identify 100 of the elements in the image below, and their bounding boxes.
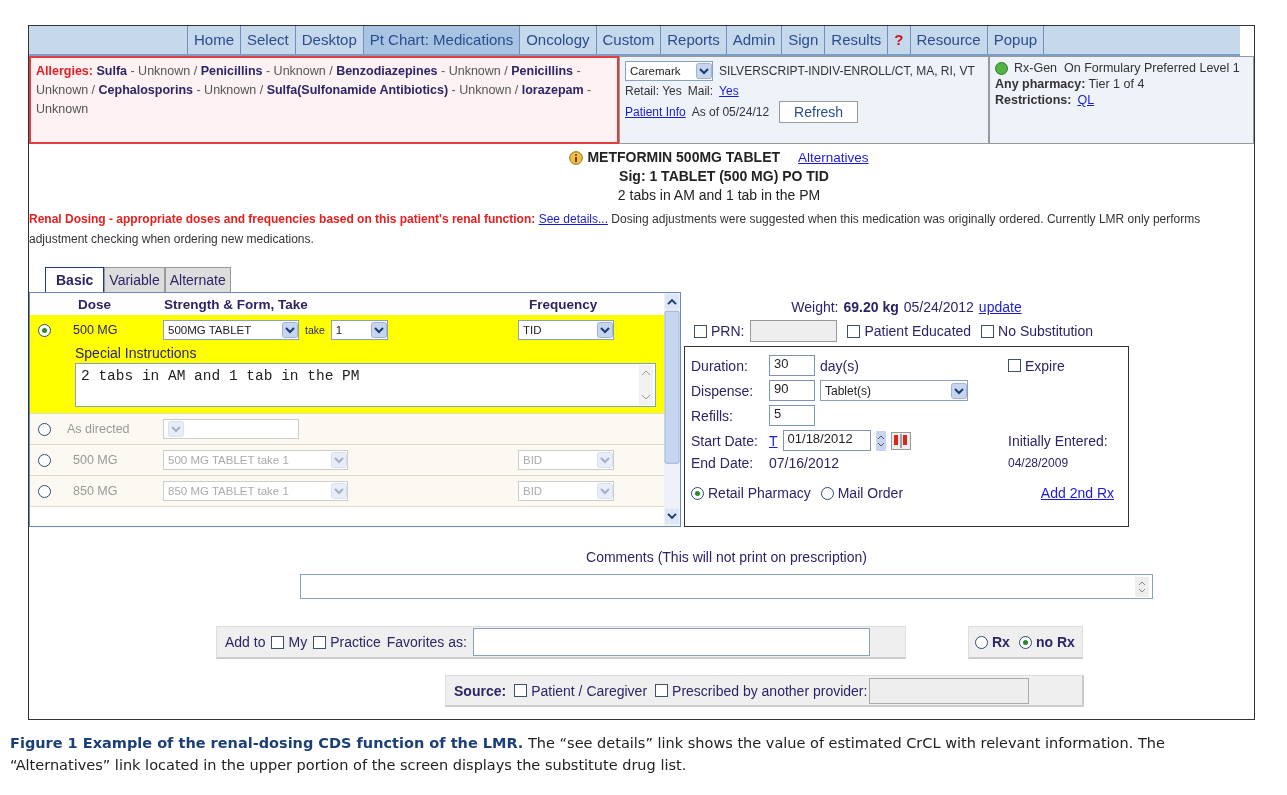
nav-tab[interactable]: Oncology — [519, 26, 596, 54]
column-header: Frequency — [529, 297, 598, 312]
weight-label: Weight: — [791, 299, 839, 315]
scroll-arrows-icon[interactable] — [639, 365, 653, 405]
radio-button[interactable] — [1018, 635, 1032, 649]
figure-caption: Figure 1 Example of the renal-dosing CDS function of the LMR. The “see details” link shows the value of estimated CrCL with relevant information. The “Alternatives” link located in the upper portion of the screen displays the substitute drug list. — [10, 734, 1166, 775]
favorites-as-label: Favorites as: — [386, 634, 467, 650]
instructions-textarea[interactable]: 2 tabs in AM and 1 tab in the PM — [75, 363, 656, 407]
special-instructions-label: Special Instructions — [75, 345, 198, 361]
dispense-label: Dispense: — [691, 382, 755, 399]
dose-tab[interactable]: Variable — [104, 267, 165, 292]
caret-icon — [597, 322, 613, 338]
duration-unit: day(s) — [820, 357, 859, 374]
medication-name: METFORMIN 500MG TABLET — [587, 148, 781, 167]
quantity-select[interactable]: 1 — [330, 320, 388, 340]
radio-button[interactable] — [38, 484, 51, 498]
instructions-text: 2 tabs in AM and 1 tab in the PM — [617, 186, 821, 205]
nav-tab[interactable]: Popup — [986, 26, 1045, 54]
source-label: Source: — [454, 682, 507, 699]
checkbox[interactable] — [981, 324, 995, 338]
scroll-arrows-icon[interactable] — [1135, 576, 1149, 597]
comments-label: Comments (This will not print on prescription) — [586, 549, 867, 565]
scrollbar[interactable] — [664, 293, 680, 526]
dose-row[interactable]: 500 MG 500MG TABLET take 1 TID Special Instructions 2 tabs in AM and 1 tab in the PM — [30, 315, 664, 414]
update-link[interactable]: update — [978, 299, 1022, 315]
nav-tab[interactable]: Custom — [595, 26, 661, 54]
add-2nd-rx-link[interactable]: Add 2nd Rx — [1040, 485, 1114, 501]
refills-field[interactable]: 5 — [769, 405, 815, 426]
strength-select[interactable]: 500MG TABLET — [163, 320, 299, 340]
duration-label: Duration: — [691, 357, 749, 374]
patient-info-link[interactable]: Patient Info — [625, 105, 686, 119]
info-icon[interactable] — [569, 150, 584, 165]
radio-button[interactable] — [38, 323, 51, 337]
frequency-select[interactable]: TID — [518, 320, 614, 340]
favorite-target-label: Practice — [330, 634, 381, 650]
checkbox[interactable] — [514, 684, 528, 697]
initially-entered-date: 04/28/2009 — [1008, 456, 1070, 470]
checkbox[interactable] — [271, 635, 285, 649]
today-link[interactable]: T — [769, 432, 778, 449]
dose-tab[interactable]: Basic — [45, 267, 105, 292]
radio-button[interactable] — [38, 422, 51, 436]
checkbox[interactable] — [847, 324, 861, 338]
checkbox[interactable] — [655, 684, 669, 697]
dose-text: 500 MG — [73, 323, 119, 337]
nav-tab[interactable]: Home — [187, 26, 240, 54]
carrier-select[interactable]: Caremark — [625, 61, 713, 81]
spinner-icon[interactable] — [875, 430, 886, 451]
dispense-field[interactable]: 90 — [769, 380, 815, 401]
caret-icon — [951, 382, 967, 399]
caret-icon — [168, 421, 184, 437]
nav-tab[interactable]: Select — [240, 26, 295, 54]
caret-icon — [282, 322, 298, 338]
refills-label: Refills: — [691, 407, 734, 424]
radio-button[interactable] — [691, 486, 704, 500]
nav-tab[interactable]: Desktop — [294, 26, 363, 54]
dose-tab[interactable]: Alternate — [164, 267, 231, 292]
duration-field[interactable]: 30 — [769, 355, 815, 376]
caret-icon — [331, 483, 347, 499]
end-date-label: End Date: — [691, 455, 755, 471]
nav-tab[interactable]: Sign — [781, 26, 825, 54]
source-option-label: Patient / Caregiver — [531, 682, 648, 699]
restrictions-link[interactable]: QL — [1077, 93, 1095, 107]
nav-tab[interactable]: Admin — [725, 26, 782, 54]
checkbox[interactable] — [694, 324, 707, 338]
dose-text: 850 MG — [73, 484, 119, 498]
nav-tab[interactable]: Resource — [909, 26, 987, 54]
allergy-list: Allergies: Sulfa - Unknown / Penicillins - Unknown / Benzodiazepines - Unknown / Penicillins - Unknown / Cephalosporins - Unknown / Sulfa(Sulfonamide Antibiotics) - Unknown / lorazepam - Unknown — [36, 62, 612, 119]
retail-status: Retail: Yes — [625, 84, 682, 98]
formulary-status: Rx-Gen On Formulary Preferred Level 1 — [1014, 61, 1240, 75]
option-label: Patient Educated — [864, 323, 972, 339]
caret-icon — [696, 63, 712, 79]
refresh-button[interactable]: Refresh — [779, 101, 859, 123]
nav-tab[interactable]: Pt Chart: Medications — [362, 26, 520, 54]
nav-tab[interactable]: Results — [824, 26, 888, 54]
as-of-date: As of 05/24/12 — [691, 105, 770, 119]
radio-button[interactable] — [38, 453, 51, 467]
dose-text: 500 MG — [73, 453, 119, 467]
nav-tab[interactable]: ? — [887, 26, 910, 54]
checkbox[interactable] — [313, 635, 327, 649]
start-date-field[interactable]: 01/18/2012 — [782, 430, 871, 451]
take-label: take — [305, 324, 325, 336]
caret-icon — [597, 483, 613, 499]
calendar-icon[interactable] — [890, 431, 911, 450]
comments-field[interactable] — [300, 574, 1153, 599]
checkbox[interactable] — [1008, 359, 1021, 372]
unit-select[interactable]: Tablet(s) — [820, 380, 968, 401]
mail-link[interactable]: Yes — [719, 84, 739, 98]
radio-button[interactable] — [975, 635, 988, 649]
restrictions-label: Restrictions: — [995, 93, 1072, 107]
column-header: Strength & Form, Take — [164, 297, 309, 312]
caret-icon — [331, 452, 347, 468]
alternatives-link[interactable]: Alternatives — [798, 148, 869, 167]
see-details-link[interactable]: See details... — [538, 212, 608, 226]
radio-button[interactable] — [820, 486, 834, 500]
favorite-target-label: My — [288, 634, 308, 650]
mail-label: Mail: — [687, 84, 714, 98]
weight-value: 69.20 kg — [843, 299, 899, 315]
nav-tab[interactable]: Reports — [660, 26, 726, 54]
start-date-label: Start Date: — [691, 432, 759, 449]
favorite-name-field[interactable] — [472, 628, 870, 656]
